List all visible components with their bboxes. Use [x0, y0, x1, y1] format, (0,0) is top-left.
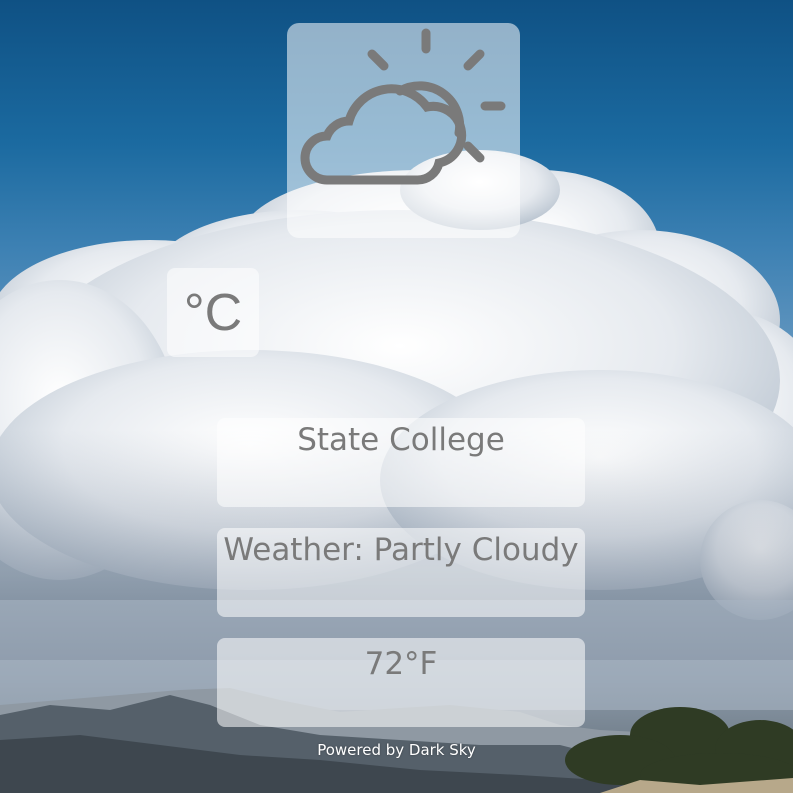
partly-cloudy-day-icon	[300, 28, 506, 185]
location-name: State College	[297, 422, 505, 458]
unit-toggle-label: °C	[183, 283, 243, 342]
location-panel: State College	[217, 418, 585, 507]
unit-toggle-button[interactable]: °C	[167, 268, 259, 357]
powered-by-credit[interactable]: Powered by Dark Sky	[0, 741, 793, 759]
temperature-value: 72°F	[364, 646, 438, 682]
temperature-panel: 72°F	[217, 638, 585, 727]
weather-summary-panel: Weather: Partly Cloudy	[217, 528, 585, 617]
weather-summary: Weather: Partly Cloudy	[223, 532, 579, 568]
weather-icon-panel	[287, 23, 520, 238]
